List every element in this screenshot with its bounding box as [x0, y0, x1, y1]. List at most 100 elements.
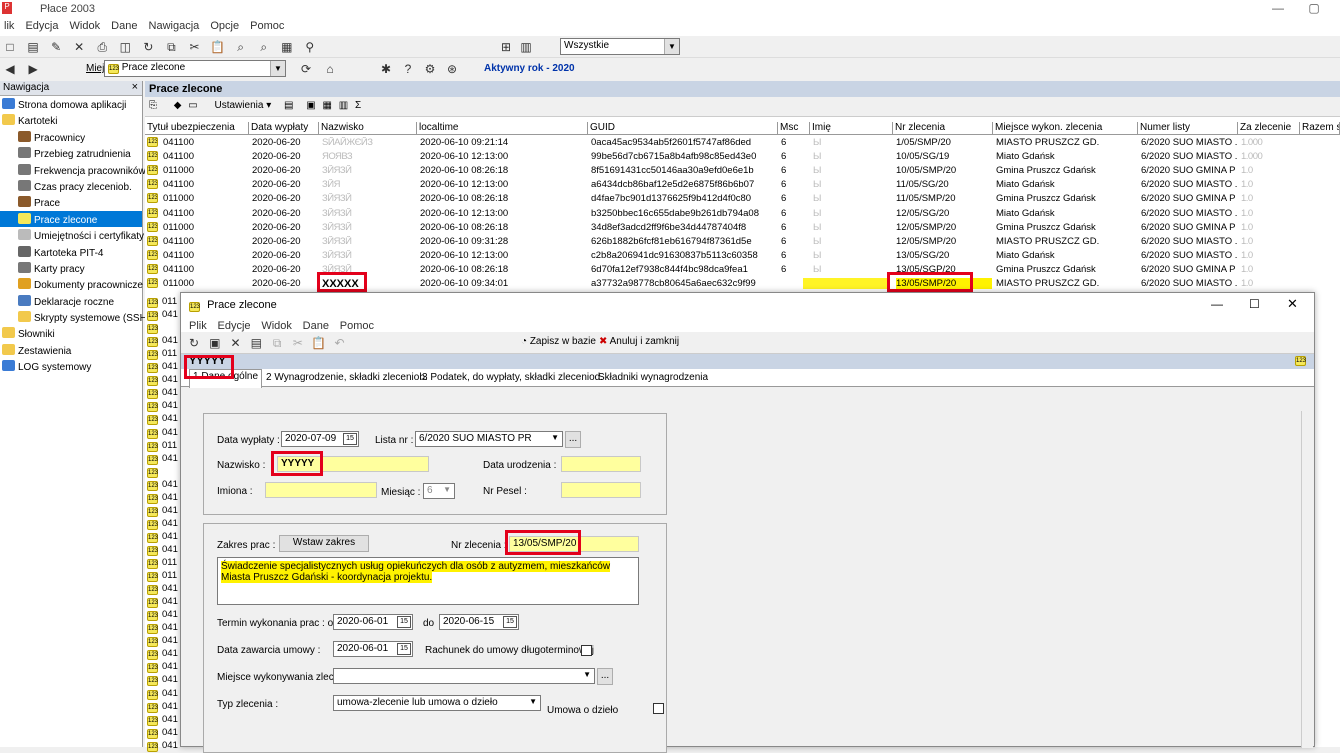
table-row[interactable]: 123 041	[145, 505, 178, 517]
back-icon[interactable]: ◀	[2, 61, 18, 77]
column-header[interactable]: Data wypłaty	[249, 122, 319, 135]
nav-item-prace[interactable]: Prace	[0, 194, 142, 210]
pesel-field[interactable]	[561, 482, 641, 498]
insert-scope-button[interactable]: Wstaw zakres	[279, 535, 369, 552]
cancel-close-button[interactable]: ✖ Anuluj i zamknij	[599, 336, 679, 347]
birth-date-field[interactable]	[561, 456, 641, 472]
work-place-select[interactable]: ▼	[333, 668, 595, 684]
new-icon[interactable]: □	[2, 39, 18, 55]
table-row[interactable]: 123 011	[145, 440, 177, 452]
save-in-db-button[interactable]: ◔ Zapisz w bazie	[521, 336, 596, 347]
globe-icon[interactable]: ⊛	[444, 61, 460, 77]
find-icon[interactable]: ⌕	[233, 39, 249, 55]
settings-icon[interactable]: ⚙	[422, 61, 438, 77]
tools-icon[interactable]: ✱	[378, 61, 394, 77]
table-row[interactable]: 123 011000 2020-06-20 ЗЙЯЗЙ 2020-06-10 08:26…	[145, 221, 1340, 235]
delete-icon[interactable]: ✕	[71, 39, 87, 55]
table-row[interactable]: 123 041	[145, 583, 178, 596]
link-icon[interactable]: ⚲	[302, 39, 318, 55]
menu-view[interactable]: Widok	[66, 18, 105, 34]
table-row[interactable]: 123 011	[145, 557, 177, 569]
close-icon[interactable]: ×	[132, 81, 138, 93]
calendar-icon[interactable]: 15	[503, 616, 517, 628]
refresh-icon[interactable]: ↻	[140, 39, 156, 55]
filter-select[interactable]: Wszystkie ▼	[560, 38, 680, 55]
column-header[interactable]: Miejsce wykon. zlecenia	[993, 122, 1138, 135]
table-row[interactable]: 123 041100 2020-06-20 ЗЙЯЗЙ 2020-06-10 09:31…	[145, 235, 1340, 249]
calendar-icon[interactable]: 15	[397, 643, 411, 655]
table-row[interactable]: 123 041	[145, 400, 178, 413]
table-row[interactable]: 123 041	[145, 518, 178, 530]
nav-item-strona-domowa-aplikacji[interactable]: Strona domowa aplikacji	[0, 96, 142, 112]
table-row[interactable]: 123 041	[145, 674, 178, 687]
column-header[interactable]: localtime	[417, 122, 588, 135]
print-icon[interactable]: ⎙	[94, 39, 110, 55]
nav-item-przebieg-zatrudnienia[interactable]: Przebieg zatrudnienia	[0, 145, 142, 161]
table-row[interactable]: 123 041	[145, 531, 178, 543]
nav-item-kartoteki[interactable]: Kartoteki	[0, 112, 142, 128]
table-row[interactable]: 123 041100 2020-06-20 ЯОЯВЗ 2020-06-10 12:13…	[145, 150, 1340, 164]
nav-item-deklaracje-roczne[interactable]: Deklaracje roczne	[0, 293, 142, 309]
paste-icon[interactable]: 📋	[311, 335, 327, 351]
settings-menu-button[interactable]: Ustawienia ▾	[215, 100, 272, 111]
table-row[interactable]: 123 041	[145, 688, 178, 700]
table-row[interactable]: 123 041	[145, 387, 178, 400]
cut-icon[interactable]: ✂	[187, 39, 203, 55]
close-icon[interactable]: ✕	[1287, 296, 1298, 312]
properties-icon[interactable]: ▤	[248, 335, 264, 351]
sum-icon[interactable]: Σ	[355, 100, 361, 111]
nav-item-prace-zlecone[interactable]: Prace zlecone	[0, 210, 142, 228]
column-header[interactable]: Msc	[778, 122, 810, 135]
first-names-field[interactable]	[265, 482, 377, 498]
tab-salary[interactable]: 2 Wynagrodzenie, składki zleceniob.	[263, 371, 431, 387]
refresh-icon[interactable]: ⟳	[298, 61, 314, 77]
find-next-icon[interactable]: ⌕	[256, 39, 272, 55]
column-header[interactable]: Razem s	[1300, 122, 1340, 135]
export-icon[interactable]: ⎘	[149, 100, 157, 111]
maximize-icon[interactable]: ☐	[1249, 297, 1260, 311]
column-header[interactable]: GUID	[588, 122, 778, 135]
table-row[interactable]: 123 041	[145, 544, 178, 556]
cut-icon[interactable]: ✂	[290, 335, 306, 351]
columns-icon[interactable]: ▥	[518, 39, 534, 55]
properties-icon[interactable]: ▤	[25, 39, 41, 55]
table-row[interactable]: 123 041	[145, 635, 178, 648]
forward-icon[interactable]: ▶	[25, 61, 41, 77]
home-icon[interactable]: ⌂	[322, 61, 338, 77]
menu-data[interactable]: Dane	[107, 18, 141, 34]
tab-tax[interactable]: 3 Podatek, do wypłaty, składki zleceniod…	[419, 371, 606, 387]
table-row[interactable]: 123 041	[145, 596, 178, 609]
work-place-browse-button[interactable]: ...	[597, 668, 613, 685]
table-row[interactable]: 123	[145, 322, 162, 335]
menu-help[interactable]: Pomoc	[246, 18, 288, 34]
filter-icon[interactable]: ⊞	[498, 39, 514, 55]
long-term-bill-checkbox[interactable]	[581, 645, 592, 656]
column-header[interactable]: Za zlecenie	[1238, 122, 1300, 135]
menu-edit[interactable]: Edycja	[21, 18, 62, 34]
preview-icon[interactable]: ◫	[117, 39, 133, 55]
table-row[interactable]: 123 041	[145, 622, 178, 635]
menu-navigation[interactable]: Nawigacja	[145, 18, 204, 34]
copy-icon[interactable]: ⧉	[269, 335, 285, 351]
menu-file[interactable]: lik	[0, 18, 18, 34]
table-row[interactable]: 123 041	[145, 714, 178, 726]
calendar-icon[interactable]: 15	[397, 616, 411, 628]
table-row[interactable]: 123 041	[145, 309, 178, 322]
table-row[interactable]: 123 041100 2020-06-20 ЗЙЯЗЙ 2020-06-10 12:13…	[145, 207, 1340, 221]
copy-icon[interactable]: ⧉	[163, 39, 179, 55]
table-row[interactable]: 123 041100 2020-06-20 ЗЙЯ 2020-06-10 12:13:0…	[145, 178, 1340, 192]
table-row[interactable]: 123 041	[145, 648, 178, 661]
column-header[interactable]: Imię	[810, 122, 893, 135]
table-row[interactable]: 123 041	[145, 479, 178, 491]
table-row[interactable]: 123 011000 2020-06-20 ЗЙЯЗЙ 2020-06-10 08:26…	[145, 192, 1340, 206]
column-header[interactable]: Tytuł ubezpieczenia	[145, 122, 249, 135]
nav-item-karty-pracy[interactable]: Karty pracy	[0, 260, 142, 276]
nav-item-dokumenty-pracownicze[interactable]: Dokumenty pracownicze	[0, 276, 143, 292]
month-select[interactable]: 6 ▼	[423, 483, 455, 499]
nav-item-pracownicy[interactable]: Pracownicy	[0, 129, 142, 145]
restore-icon[interactable]: ▢	[1304, 1, 1324, 17]
delete-icon[interactable]: ✕	[228, 335, 244, 351]
table-row[interactable]: 123 011	[145, 570, 177, 583]
minimize-icon[interactable]: —	[1211, 297, 1223, 311]
nav-item-słowniki[interactable]: Słowniki	[0, 325, 142, 341]
